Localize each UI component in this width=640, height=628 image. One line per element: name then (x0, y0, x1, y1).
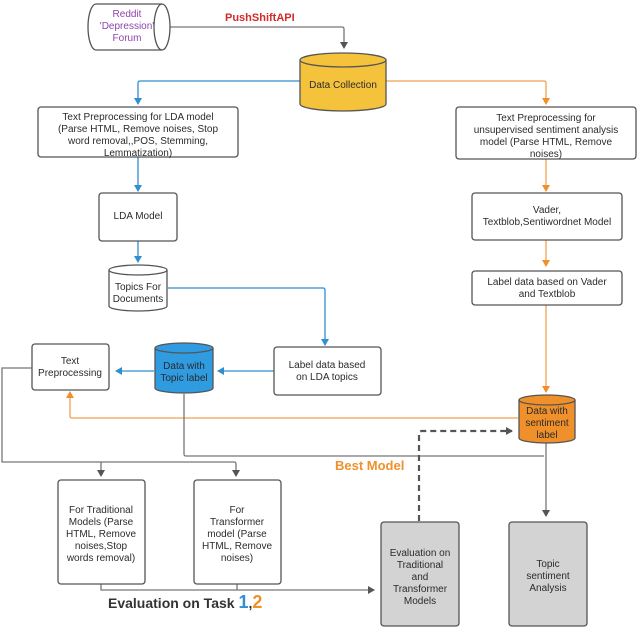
node-sentiment-models: Vader, Textblob,Sentiwordnet Model (471, 192, 623, 241)
text-line: noises) (530, 149, 562, 160)
text-line: Topic label (160, 373, 207, 384)
node-traditional-models: For Traditional Models (Parse HTML, Remove… (57, 479, 146, 585)
node-lda-preprocessing: Text Preprocessing for LDA model (Parse H… (37, 106, 239, 159)
text-line: HTML, Remove (66, 529, 136, 540)
text-line: sentiment (526, 571, 570, 582)
text-line: label (536, 430, 557, 441)
pushshift-api-label: PushShiftAPI (225, 12, 295, 24)
node-text-preprocessing: Text Preprocessing (31, 343, 110, 391)
data-collection-text: Data Collection (309, 80, 377, 91)
text-line: Preprocessing (38, 368, 102, 379)
text-line: Reddit (113, 9, 142, 20)
text-line: word removal,,POS, Stemming, (67, 136, 208, 147)
text-line: (Parse HTML, Remove noises, Stop (58, 124, 218, 135)
text-line: Models (Parse (69, 517, 134, 528)
text-line: Text Preprocessing for LDA model (62, 112, 213, 123)
text-line: and (412, 572, 429, 583)
node-reddit-forum: Reddit 'Depression' Forum (87, 3, 171, 51)
text-line: model (Parse HTML, Remove (480, 137, 613, 148)
node-sentiment-preprocessing: Text Preprocessing for unsupervised senti… (455, 106, 637, 160)
text-line: Analysis (529, 583, 566, 594)
flowchart-diagram: PushShiftAPI Best Model Reddit 'Depressio… (1, 3, 637, 627)
text-line: model (Parse (207, 529, 267, 540)
evaluation-task-label: Evaluation on Task 1,2 (108, 592, 262, 612)
text-line: Text (61, 356, 80, 367)
data-topic-label-text: Data with Topic label (160, 361, 207, 384)
text-line: unsupervised sentiment analysis (474, 125, 619, 136)
node-topic-sentiment: Topic sentiment Analysis (508, 521, 588, 627)
text-line: Label data based on Vader (487, 277, 607, 288)
best-model-label: Best Model (335, 458, 404, 473)
text-line: sentiment (525, 418, 569, 429)
node-transformer-model: For Transformer model (Parse HTML, Remove no… (193, 479, 282, 585)
traditional-models-text: For Traditional Models (Parse HTML, Remove… (66, 505, 137, 564)
text-line: For (230, 505, 246, 516)
text-line: and Textblob (519, 289, 576, 300)
node-evaluation: Evaluation on Traditional and Transformer Mo… (380, 521, 460, 627)
text-line: HTML, Remove (202, 541, 272, 552)
connector-sentiment-data-to-text-prep (66, 391, 518, 419)
connector-best-model-dashed (417, 427, 513, 521)
node-topics-for-documents: Topics For Documents (108, 264, 168, 312)
text-line: Models (404, 596, 436, 607)
text-line: LDA Model (114, 211, 163, 222)
text-line: on LDA topics (296, 372, 358, 383)
task-1-number: 1 (238, 592, 248, 612)
text-line: Vader, (533, 205, 561, 216)
node-data-topic-label: Data with Topic label (154, 342, 214, 394)
text-line: Data Collection (309, 80, 377, 91)
text-line: 'Depression' (100, 21, 154, 32)
node-label-vader: Label data based on Vader and Textblob (471, 270, 623, 306)
connector-collection-to-sentiment-prep (386, 80, 550, 105)
node-lda-model: LDA Model (98, 192, 178, 242)
text-line: Data with (163, 361, 205, 372)
text-line: Text Preprocessing for (496, 113, 596, 124)
text-line: Topic (536, 559, 559, 570)
text-line: noises,Stop (75, 541, 128, 552)
node-label-lda: Label data based on LDA topics (273, 346, 382, 396)
lda-model-text: LDA Model (114, 211, 163, 222)
text-line: For Traditional (69, 505, 133, 516)
text-line: Topics For (115, 282, 162, 293)
text-line: noises) (221, 553, 253, 564)
text-line: Transformer (393, 584, 448, 595)
node-data-sentiment-label: Data with sentiment label (518, 394, 576, 444)
task-2-number: 2 (252, 592, 262, 612)
text-line: Data with (526, 406, 568, 417)
text-line: Traditional (397, 560, 443, 571)
node-data-collection: Data Collection (299, 52, 387, 112)
text-line: Textblob,Sentiwordnet Model (483, 217, 611, 228)
text-line: Documents (113, 294, 164, 305)
text-line: Transformer (210, 517, 265, 528)
connector-topics-to-label-lda (168, 287, 329, 346)
connector-topic-data-to-topic-sentiment (183, 394, 544, 457)
label-lda-text: Label data based on LDA topics (289, 360, 366, 383)
text-line: Label data based (289, 360, 366, 371)
connector-collection-to-lda-prep (134, 80, 300, 105)
topics-for-documents-text: Topics For Documents (113, 282, 164, 305)
text-line: Lemmatization) (104, 148, 172, 159)
text-line: Evaluation on (390, 548, 451, 559)
connector-reddit-to-collection (170, 26, 348, 49)
text-line: words removal) (66, 553, 135, 564)
text-line: Forum (113, 33, 142, 44)
